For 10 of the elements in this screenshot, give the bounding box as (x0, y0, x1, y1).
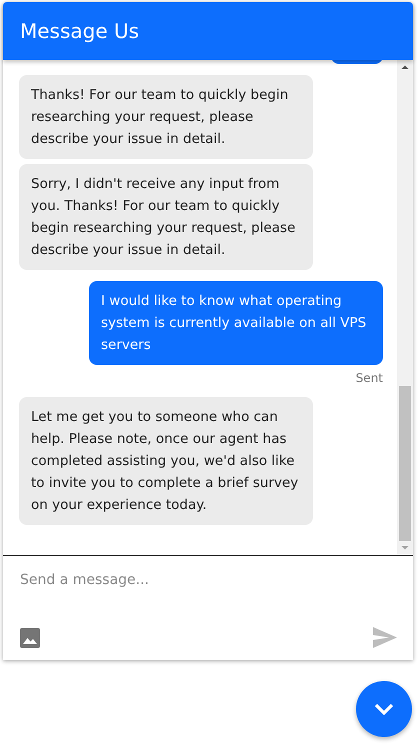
scrollbar-thumb[interactable] (399, 386, 411, 541)
agent-message: Thanks! For our team to quickly begin researching your request, please describe your issue in detail. (19, 75, 313, 159)
chat-title: Message Us (20, 19, 140, 43)
agent-message: Sorry, I didn't receive any input from you. Thanks! For our team to quickly begin researching your request, please describe your issue in detail. (19, 164, 313, 270)
scroll-down-button[interactable] (356, 681, 412, 737)
message-status: Sent (356, 371, 383, 385)
image-icon[interactable] (20, 628, 40, 648)
user-message: I would like to know what operating system is currently available on all VPS servers (89, 281, 383, 365)
agent-message: Let me get you to someone who can help. Please note, once our agent has completed assisting you, we'd also like to invite you to complete a brief survey on your experience today. (19, 397, 313, 525)
chevron-down-icon (374, 703, 394, 715)
